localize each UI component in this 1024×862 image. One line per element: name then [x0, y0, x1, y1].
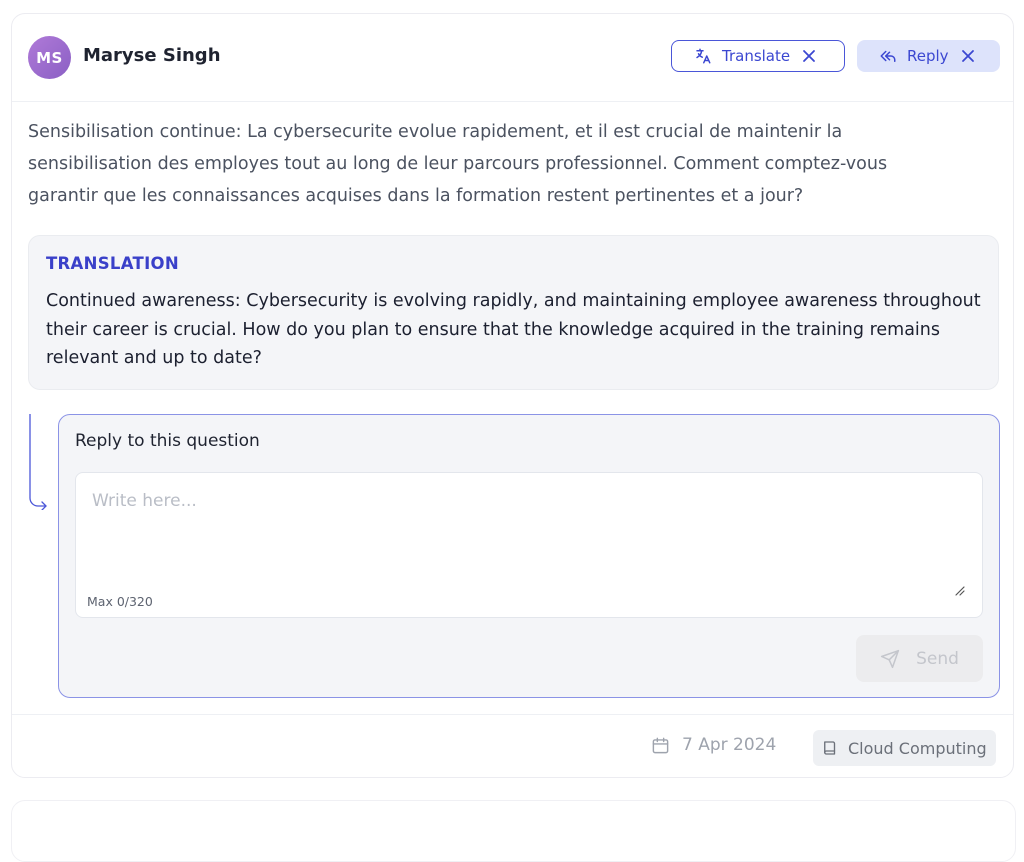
reply-form: Reply to this question Max 0/320 Send — [58, 414, 1000, 698]
question-text: Sensibilisation continue: La cybersecuri… — [28, 122, 888, 206]
reply-label: Reply — [907, 47, 949, 65]
send-label: Send — [916, 648, 959, 669]
next-question-card — [11, 800, 1016, 862]
date-text: 7 Apr 2024 — [682, 735, 777, 755]
post-date: 7 Apr 2024 — [651, 735, 776, 755]
avatar[interactable]: MS — [28, 36, 71, 79]
close-icon[interactable] — [961, 49, 975, 63]
card-footer: 7 Apr 2024 Cloud Computing — [12, 714, 1013, 777]
close-icon[interactable] — [802, 49, 816, 63]
reply-textarea-container: Max 0/320 — [75, 472, 983, 618]
book-icon — [821, 739, 839, 757]
character-counter: Max 0/320 — [87, 594, 153, 609]
translation-panel: TRANSLATION Continued awareness: Cyberse… — [28, 235, 999, 390]
reply-arrow-icon — [879, 47, 897, 65]
translate-icon — [694, 47, 712, 65]
send-button[interactable]: Send — [856, 635, 983, 682]
translate-button[interactable]: Translate — [671, 40, 845, 72]
send-icon — [880, 649, 900, 669]
card-header: MS Maryse Singh Translate Reply — [12, 14, 1013, 102]
thread-connector-icon — [29, 414, 47, 510]
reply-textarea[interactable] — [76, 473, 982, 583]
tag-label: Cloud Computing — [848, 738, 987, 758]
translate-label: Translate — [722, 47, 791, 65]
author-name: Maryse Singh — [83, 45, 221, 66]
reply-form-title: Reply to this question — [75, 431, 260, 451]
reply-button[interactable]: Reply — [857, 40, 1000, 72]
resize-handle-icon[interactable] — [953, 584, 965, 596]
question-card: MS Maryse Singh Translate Reply Sensibil… — [11, 13, 1014, 778]
category-tag[interactable]: Cloud Computing — [813, 730, 996, 766]
calendar-icon — [651, 736, 670, 755]
translation-heading: TRANSLATION — [46, 254, 179, 273]
translation-text: Continued awareness: Cybersecurity is ev… — [46, 291, 981, 368]
